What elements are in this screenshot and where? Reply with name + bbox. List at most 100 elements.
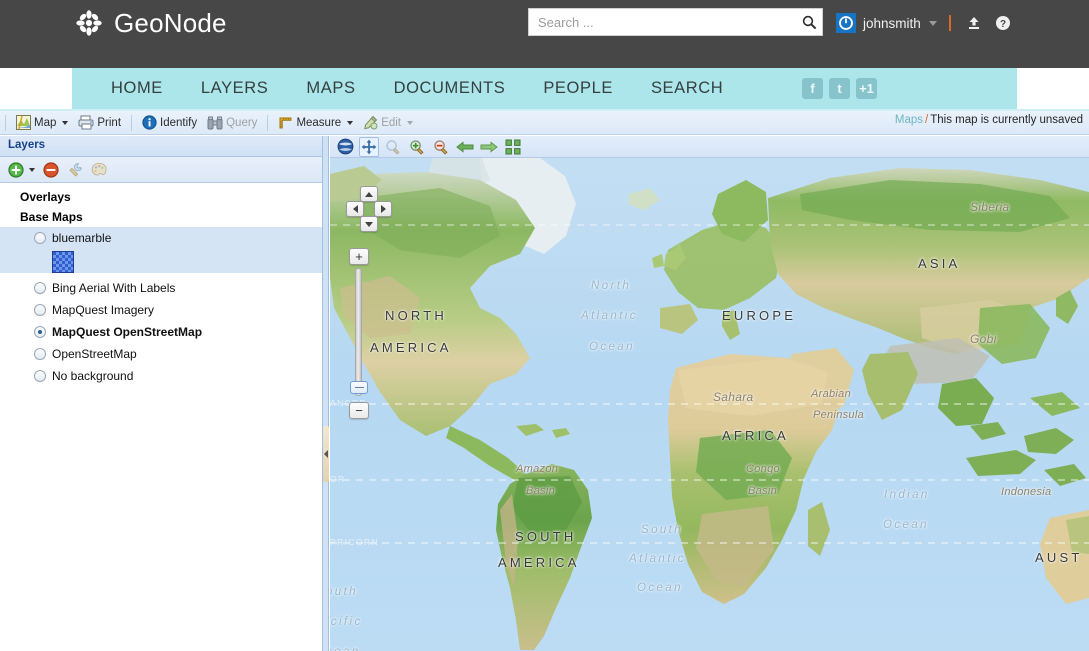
zoom-out-button[interactable]: − [349,402,369,419]
googleplus-icon[interactable]: +1 [856,78,877,99]
top-header-bar: GeoNode johnsmith [0,0,1089,68]
facebook-icon[interactable]: f [802,78,823,99]
tree-group-base-maps[interactable]: Base Maps [0,207,322,227]
layer-label-bing-aerial: Bing Aerial With Labels [52,281,176,295]
zoom-in-button[interactable]: + [349,248,369,265]
user-name-label[interactable]: johnsmith [863,16,921,31]
green-plus-icon [8,161,24,178]
zoom-control: + − [349,248,369,419]
toolbar-query-button[interactable]: Query [202,113,262,133]
layer-radio-bluemarble[interactable] [34,232,46,244]
nav-item-home[interactable]: HOME [92,68,182,109]
chevron-down-icon[interactable] [62,120,69,125]
toolbar-separator [267,114,269,131]
layer-radio-mapquest-osm[interactable] [34,326,46,338]
pan-left-icon[interactable] [346,201,364,217]
layer-row-mapquest-imagery[interactable]: MapQuest Imagery [0,299,322,321]
red-minus-icon [43,161,59,178]
layer-label-no-background: No background [52,369,134,383]
map-viewport[interactable]: NORTH AMERICA EUROPE ASIA AFRICA SOUTH A… [330,136,1089,651]
zoom-slider-track[interactable] [350,268,368,396]
zoom-slider-handle[interactable] [350,381,368,394]
maps-breadcrumb-link[interactable]: Maps [895,114,923,126]
pan-control [346,186,392,232]
geonode-asterisk-logo-icon [74,8,104,38]
binoculars-icon [207,116,223,129]
chevron-down-icon[interactable] [928,20,937,26]
layer-label-openstreetmap: OpenStreetMap [52,347,137,361]
layer-row-mapquest-osm[interactable]: MapQuest OpenStreetMap [0,321,322,343]
social-links: f t +1 [802,78,877,99]
toolbar-edit-label: Edit [381,116,402,129]
pan-up-icon[interactable] [360,186,378,202]
layer-radio-mapquest-imagery[interactable] [34,304,46,316]
remove-layer-button[interactable] [43,161,59,178]
pan-down-icon[interactable] [360,216,378,232]
power-avatar-icon[interactable] [836,13,856,33]
map-toolbar [330,136,1089,158]
toolbar-edit-button[interactable]: Edit [358,113,418,133]
pan-right-icon[interactable] [374,201,392,217]
zoom-box-icon[interactable] [383,137,403,157]
toolbar-map-button[interactable]: Map [11,113,73,133]
layer-row-no-background[interactable]: No background [0,365,322,387]
nav-item-people[interactable]: PEOPLE [524,68,632,109]
map-canvas[interactable]: NORTH AMERICA EUROPE ASIA AFRICA SOUTH A… [330,158,1089,651]
help-question-icon[interactable]: ? [992,12,1014,34]
layer-label-bluemarble: bluemarble [52,231,112,245]
layer-label-mapquest-imagery: MapQuest Imagery [52,303,155,317]
toolbar-measure-label: Measure [296,116,342,129]
layers-panel-toolbar [0,157,322,183]
layer-style-button[interactable] [91,162,107,178]
geonode-map-app: GeoNode johnsmith [0,0,1089,651]
toolbar-separator [131,114,133,131]
world-basemap-raster [330,158,1089,651]
brand-title: GeoNode [114,8,227,38]
nav-item-layers[interactable]: LAYERS [182,68,288,109]
layer-row-openstreetmap[interactable]: OpenStreetMap [0,343,322,365]
layer-properties-button[interactable] [67,162,83,178]
globe-navigation-icon[interactable] [335,137,355,157]
toolbar-map-label: Map [34,116,57,129]
nav-item-documents[interactable]: DOCUMENTS [375,68,525,109]
search-input[interactable] [529,10,796,34]
pencil-icon [364,115,378,130]
pan-move-icon[interactable] [359,136,379,157]
brand[interactable]: GeoNode [74,8,227,38]
twitter-icon[interactable]: t [829,78,850,99]
toolbar-print-button[interactable]: Print [73,113,126,133]
zoom-in-icon[interactable] [407,137,427,157]
unsaved-status-text: This map is currently unsaved [930,114,1083,126]
toolbar-measure-button[interactable]: Measure [273,113,358,133]
collapse-panel-arrow-icon[interactable] [324,450,328,458]
zoom-out-icon[interactable] [431,137,451,157]
printer-icon [78,115,94,130]
chevron-down-icon[interactable] [29,167,35,172]
search-box[interactable] [528,8,823,36]
map-save-status: Maps / This map is currently unsaved [895,114,1083,126]
map-icon [16,115,31,130]
toolbar-print-label: Print [97,116,122,129]
zoom-to-extent-icon[interactable] [503,137,523,157]
header-divider [948,15,951,31]
layer-radio-no-background[interactable] [34,370,46,382]
nav-item-maps[interactable]: MAPS [287,68,374,109]
forward-arrow-icon[interactable] [479,137,499,157]
upload-icon[interactable] [963,12,985,34]
chevron-down-icon[interactable] [347,120,354,125]
palette-icon [91,162,107,176]
chevron-down-icon[interactable] [407,120,414,125]
panel-splitter[interactable] [323,136,329,651]
add-layer-button[interactable] [8,161,35,178]
back-arrow-icon[interactable] [455,137,475,157]
tree-group-overlays[interactable]: Overlays [0,187,322,207]
layer-radio-openstreetmap[interactable] [34,348,46,360]
toolbar-identify-button[interactable]: Identify [137,113,202,133]
layer-radio-bing-aerial[interactable] [34,282,46,294]
search-icon[interactable] [796,9,822,35]
layer-row-bing-aerial[interactable]: Bing Aerial With Labels [0,277,322,299]
nav-item-search[interactable]: SEARCH [632,68,742,109]
layer-row-bluemarble[interactable]: bluemarble [0,227,322,249]
layer-label-mapquest-osm: MapQuest OpenStreetMap [52,325,203,339]
info-circle-icon [142,115,157,130]
